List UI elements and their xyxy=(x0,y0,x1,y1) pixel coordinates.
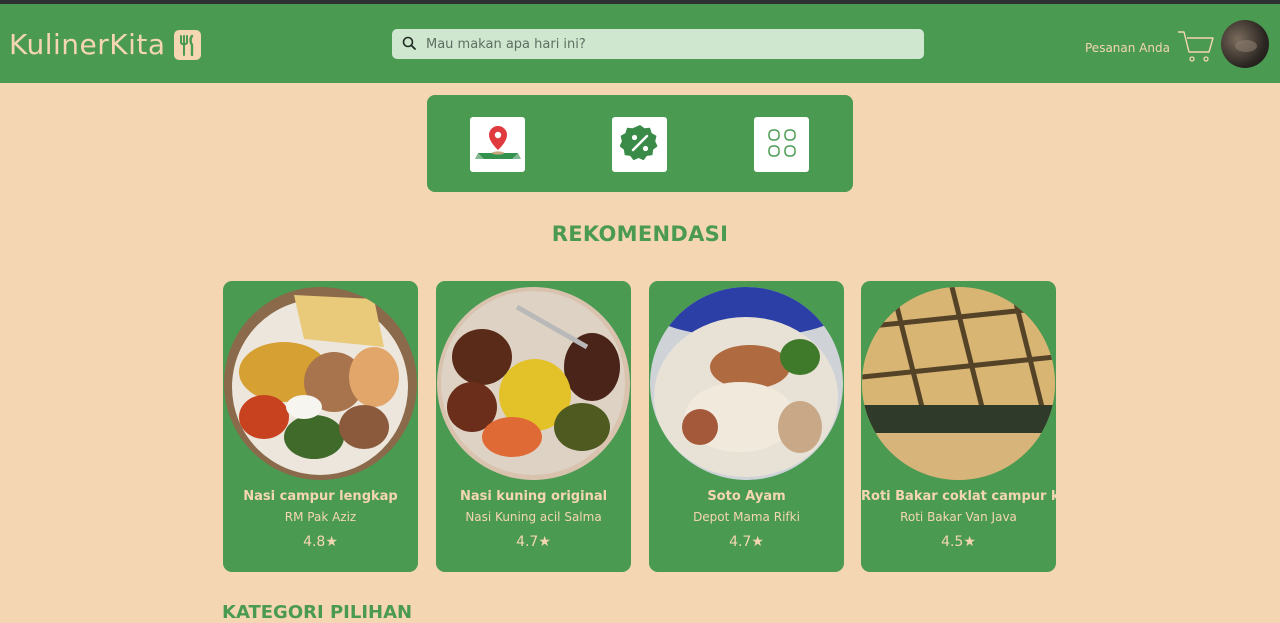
star-icon: ★ xyxy=(538,534,551,550)
grid-categories-icon xyxy=(767,128,797,162)
brand[interactable]: KulinerKita xyxy=(9,28,201,61)
rating-value: 4.8 xyxy=(303,534,326,550)
rating-value: 4.7 xyxy=(516,534,539,550)
star-icon: ★ xyxy=(325,534,338,550)
food-card[interactable]: Nasi campur lengkap RM Pak Aziz 4.8★ xyxy=(223,281,418,572)
star-icon: ★ xyxy=(751,534,764,550)
rating: 4.7★ xyxy=(649,534,844,550)
orders-label[interactable]: Pesanan Anda xyxy=(1085,41,1170,55)
food-card[interactable]: Nasi kuning original Nasi Kuning acil Sa… xyxy=(436,281,631,572)
vendor-name: Depot Mama Rifki xyxy=(693,510,800,524)
categories-button[interactable] xyxy=(754,117,809,172)
search-input[interactable] xyxy=(424,35,908,53)
orders-link[interactable]: Pesanan Anda xyxy=(1085,28,1216,67)
recommendations-heading: REKOMENDASI xyxy=(551,222,729,246)
location-button[interactable] xyxy=(470,117,525,172)
vendor-name: RM Pak Aziz xyxy=(284,510,357,524)
rating: 4.7★ xyxy=(436,534,631,550)
rating: 4.5★ xyxy=(861,534,1056,550)
rating-value: 4.5 xyxy=(941,534,964,550)
top-navbar: KulinerKita Pesanan Anda xyxy=(0,4,1280,83)
food-photo xyxy=(650,287,843,480)
vendor-name: Roti Bakar Van Java xyxy=(900,510,1017,524)
quick-actions-bar xyxy=(427,95,853,192)
brand-name[interactable]: KulinerKita xyxy=(9,28,166,61)
map-pin-icon xyxy=(474,123,521,167)
food-name: Nasi campur lengkap xyxy=(243,489,398,504)
food-name: Roti Bakar coklat campur keju xyxy=(861,489,1082,504)
rating: 4.8★ xyxy=(223,534,418,550)
vendor-name: Nasi Kuning acil Salma xyxy=(465,510,602,524)
search-icon xyxy=(402,35,416,54)
food-name: Soto Ayam xyxy=(707,489,786,504)
food-photo xyxy=(224,287,417,480)
food-card[interactable]: Soto Ayam Depot Mama Rifki 4.7★ xyxy=(649,281,844,572)
food-name: Nasi kuning original xyxy=(459,489,608,504)
search-bar[interactable] xyxy=(392,29,924,59)
utensils-logo-icon xyxy=(173,29,201,60)
shopping-cart-icon[interactable] xyxy=(1176,28,1216,67)
food-photo xyxy=(437,287,630,480)
star-icon: ★ xyxy=(963,534,976,550)
food-card[interactable]: Roti Bakar coklat campur keju Roti Bakar… xyxy=(861,281,1082,572)
discount-percent-icon xyxy=(619,123,660,167)
user-avatar[interactable] xyxy=(1221,20,1269,68)
food-photo xyxy=(862,287,1055,480)
categories-heading: KATEGORI PILIHAN xyxy=(222,602,413,623)
promo-button[interactable] xyxy=(612,117,667,172)
rating-value: 4.7 xyxy=(729,534,752,550)
